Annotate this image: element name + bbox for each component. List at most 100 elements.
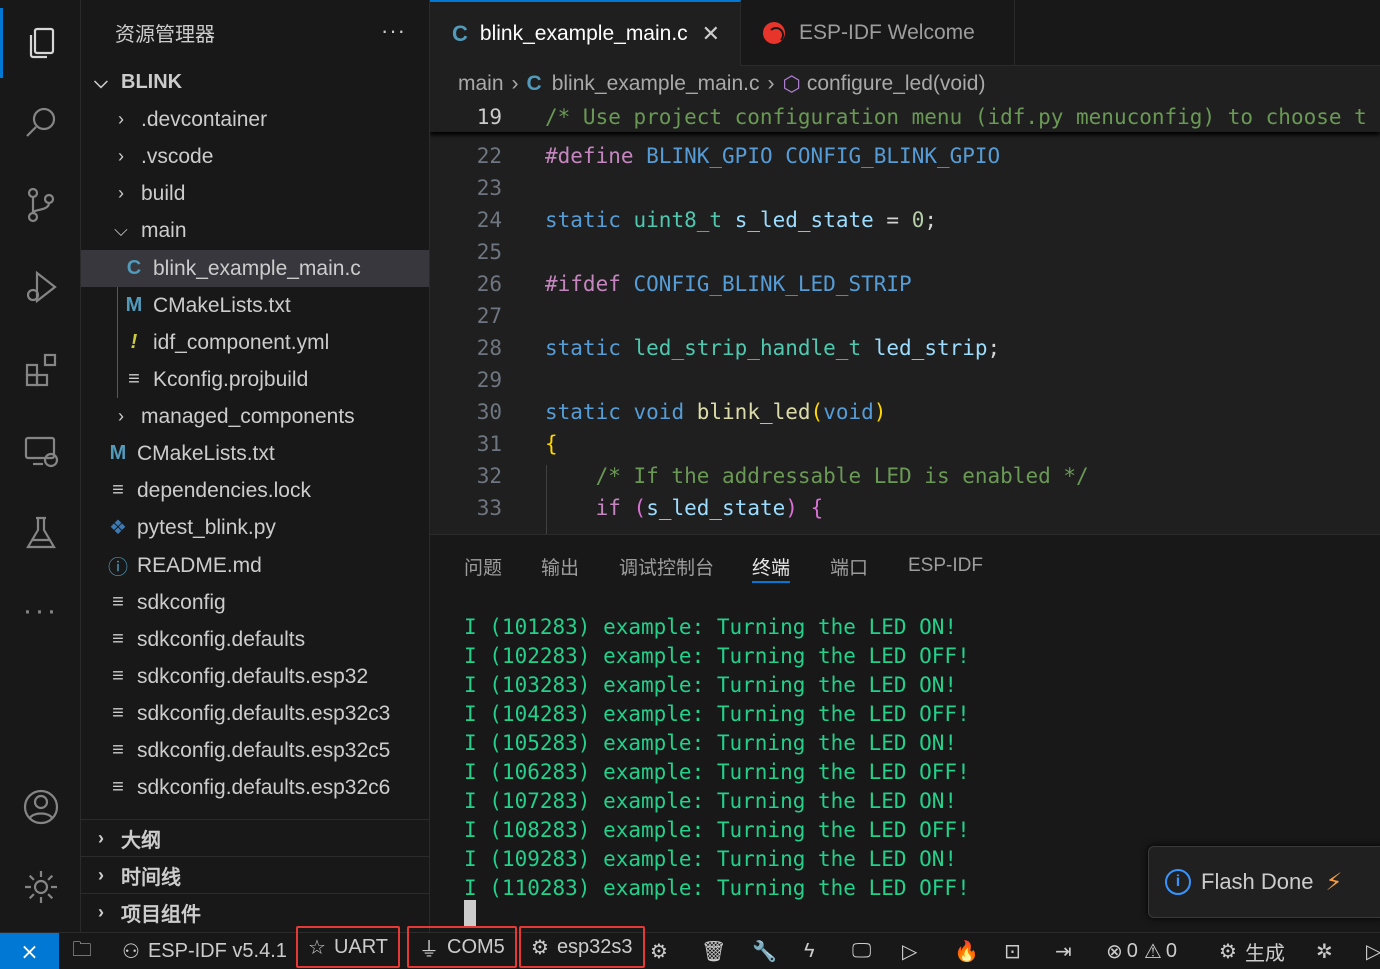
panel-tab-problems[interactable]: 问题	[464, 535, 502, 597]
build-button[interactable]: 🔧	[752, 933, 777, 969]
line-number: 25	[476, 240, 502, 264]
code-line[interactable]: 29	[430, 364, 1380, 396]
tree-item-dependencies-lock[interactable]: ≡ dependencies.lock	[81, 472, 429, 509]
debug-button[interactable]: ▷	[902, 933, 917, 969]
tree-item-sdkconfig-defaults-esp32c5[interactable]: ≡ sdkconfig.defaults.esp32c5	[81, 732, 429, 769]
sidebar-more-button[interactable]: ···	[381, 18, 406, 44]
code-line[interactable]: 31 {	[430, 428, 1380, 460]
code-line[interactable]: 30 static void blink_led(void)	[430, 396, 1380, 428]
tree-item-managed-components[interactable]: › managed_components	[81, 398, 429, 435]
close-icon[interactable]: ✕	[702, 21, 720, 47]
code-line[interactable]: 24 static uint8_t s_led_state = 0;	[430, 204, 1380, 236]
tree-item-cmakelists[interactable]: M CMakeLists.txt	[81, 435, 429, 472]
explorer-icon[interactable]	[0, 8, 81, 78]
sticky-scroll-line[interactable]: 19 /* Use project configuration menu (id…	[430, 102, 1380, 132]
problems-indicator[interactable]: ⊗ 0 ⚠ 0	[1106, 933, 1177, 969]
code-line[interactable]: 25	[430, 236, 1380, 268]
terminal-line: I (110283) example: Turning the LED OFF!	[464, 876, 970, 900]
panel-tab-terminal[interactable]: 终端	[752, 535, 791, 597]
run-button[interactable]: ▷	[1366, 933, 1380, 969]
flame-icon: 🔥	[954, 941, 979, 963]
breadcrumb-symbol[interactable]: configure_led(void)	[807, 72, 986, 96]
tree-item-vscode[interactable]: › .vscode	[81, 138, 429, 175]
text-file-icon: ≡	[112, 665, 124, 687]
breadcrumb-file[interactable]: blink_example_main.c	[552, 72, 760, 96]
tree-item-devcontainer[interactable]: › .devcontainer	[81, 101, 429, 138]
root-label: BLINK	[121, 71, 183, 93]
tree-item-sdkconfig-defaults-esp32[interactable]: ≡ sdkconfig.defaults.esp32	[81, 658, 429, 695]
code-line[interactable]: 22 #define BLINK_GPIO CONFIG_BLINK_GPIO	[430, 140, 1380, 172]
section-label: 大纲	[121, 829, 161, 852]
run-debug-icon[interactable]	[0, 252, 81, 322]
full-clean-button[interactable]: 🗑	[701, 933, 726, 969]
tree-item-sdkconfig-defaults-esp32c6[interactable]: ≡ sdkconfig.defaults.esp32c6	[81, 769, 429, 806]
target-chip-button[interactable]: ⚙ esp32s3	[519, 926, 645, 968]
panel-tab-debug-console[interactable]: 调试控制台	[619, 535, 714, 597]
sdk-config-button[interactable]: ⚙	[650, 933, 668, 969]
monitor-button[interactable]: 🖵	[852, 933, 871, 969]
tree-item-build[interactable]: › build	[81, 175, 429, 212]
search-icon[interactable]	[0, 88, 81, 158]
tree-item-kconfig-projbuild[interactable]: ≡ Kconfig.projbuild	[81, 361, 429, 398]
more-icon[interactable]: ···	[0, 576, 81, 646]
tree-item-pytest-blink[interactable]: ❖ pytest_blink.py	[81, 509, 429, 546]
tree-item-label: sdkconfig.defaults.esp32c5	[137, 738, 391, 762]
text-file-icon: ≡	[112, 591, 124, 613]
notification-toast[interactable]: i Flash Done ⚡	[1148, 846, 1380, 918]
tree-item-label: build	[141, 181, 186, 205]
wrench-icon: 🔧	[752, 941, 777, 963]
source-control-icon[interactable]	[0, 170, 81, 240]
idf-version-button[interactable]: ⚇ ESP-IDF v5.4.1	[122, 933, 287, 969]
custom-task-button[interactable]: ⇥	[1055, 933, 1072, 969]
tab-blink-example-main-c[interactable]: C blink_example_main.c ✕	[430, 0, 741, 66]
info-file-icon: ⓘ	[108, 557, 128, 579]
section-timeline[interactable]: › 时间线	[81, 856, 429, 893]
chevron-right-icon: ›	[511, 72, 519, 95]
tree-item-readme[interactable]: ⓘ README.md	[81, 547, 429, 584]
tree-item-sdkconfig-defaults[interactable]: ≡ sdkconfig.defaults	[81, 621, 429, 658]
tree-item-sdkconfig-defaults-esp32c3[interactable]: ≡ sdkconfig.defaults.esp32c3	[81, 695, 429, 732]
panel-tab-output[interactable]: 输出	[541, 535, 579, 597]
code-line[interactable]: 32 /* If the addressable LED is enabled …	[430, 460, 1380, 492]
code-line[interactable]: 33 if (s_led_state) {	[430, 492, 1380, 524]
cmake-file-icon: M	[125, 294, 143, 316]
tree-item-main-cmakelists[interactable]: M CMakeLists.txt	[81, 287, 429, 324]
tree-item-sdkconfig[interactable]: ≡ sdkconfig	[81, 584, 429, 621]
serial-port-button[interactable]: ⏚ COM5	[407, 926, 517, 968]
code-line[interactable]: 26 #ifdef CONFIG_BLINK_LED_STRIP	[430, 268, 1380, 300]
code-text: if (s_led_state) {	[595, 496, 824, 520]
accounts-icon[interactable]	[0, 772, 81, 842]
breadcrumb-folder[interactable]: main	[458, 72, 504, 96]
folder-picker-button[interactable]: 🗀	[72, 933, 92, 969]
panel-tab-ports[interactable]: 端口	[830, 535, 868, 597]
testing-icon[interactable]	[0, 498, 81, 568]
tree-item-label: CMakeLists.txt	[153, 293, 291, 317]
build-flash-monitor-button[interactable]: 🔥	[954, 933, 979, 969]
chevron-right-icon: ›	[767, 72, 775, 95]
bug-report-button[interactable]: ✲	[1316, 933, 1333, 969]
section-project-components[interactable]: › 项目组件	[81, 893, 429, 930]
build-task-button[interactable]: ⚙ 生成	[1219, 933, 1285, 969]
terminal-button[interactable]: ⊡	[1004, 933, 1021, 969]
section-outline[interactable]: › 大纲	[81, 819, 429, 856]
tab-esp-idf-welcome[interactable]: ESP-IDF Welcome	[741, 0, 1015, 66]
tree-item-idf-component-yml[interactable]: ! idf_component.yml	[81, 324, 429, 361]
code-editor[interactable]: 19 /* Use project configuration menu (id…	[430, 102, 1380, 534]
text-file-icon: ≡	[112, 479, 124, 501]
line-number: 28	[476, 336, 502, 360]
remote-explorer-icon[interactable]	[0, 416, 81, 486]
code-line[interactable]: 23	[430, 172, 1380, 204]
extensions-icon[interactable]	[0, 334, 81, 404]
section-label: 项目组件	[121, 903, 201, 926]
remote-indicator-button[interactable]: ⨯	[0, 933, 59, 969]
manage-gear-icon[interactable]	[0, 852, 81, 922]
code-line[interactable]: 28 static led_strip_handle_t led_strip;	[430, 332, 1380, 364]
tree-item-blink-example-main-c[interactable]: C blink_example_main.c	[81, 250, 429, 287]
tree-item-main[interactable]: ⌵ main	[81, 212, 429, 249]
flash-button[interactable]: ϟ	[804, 933, 815, 969]
flash-method-button[interactable]: ☆ UART	[296, 926, 401, 968]
panel-tab-esp-idf[interactable]: ESP-IDF	[908, 535, 983, 597]
gear-icon: ⚙	[650, 941, 668, 963]
code-line[interactable]: 27	[430, 300, 1380, 332]
explorer-root[interactable]: ⌵ BLINK	[81, 64, 429, 101]
